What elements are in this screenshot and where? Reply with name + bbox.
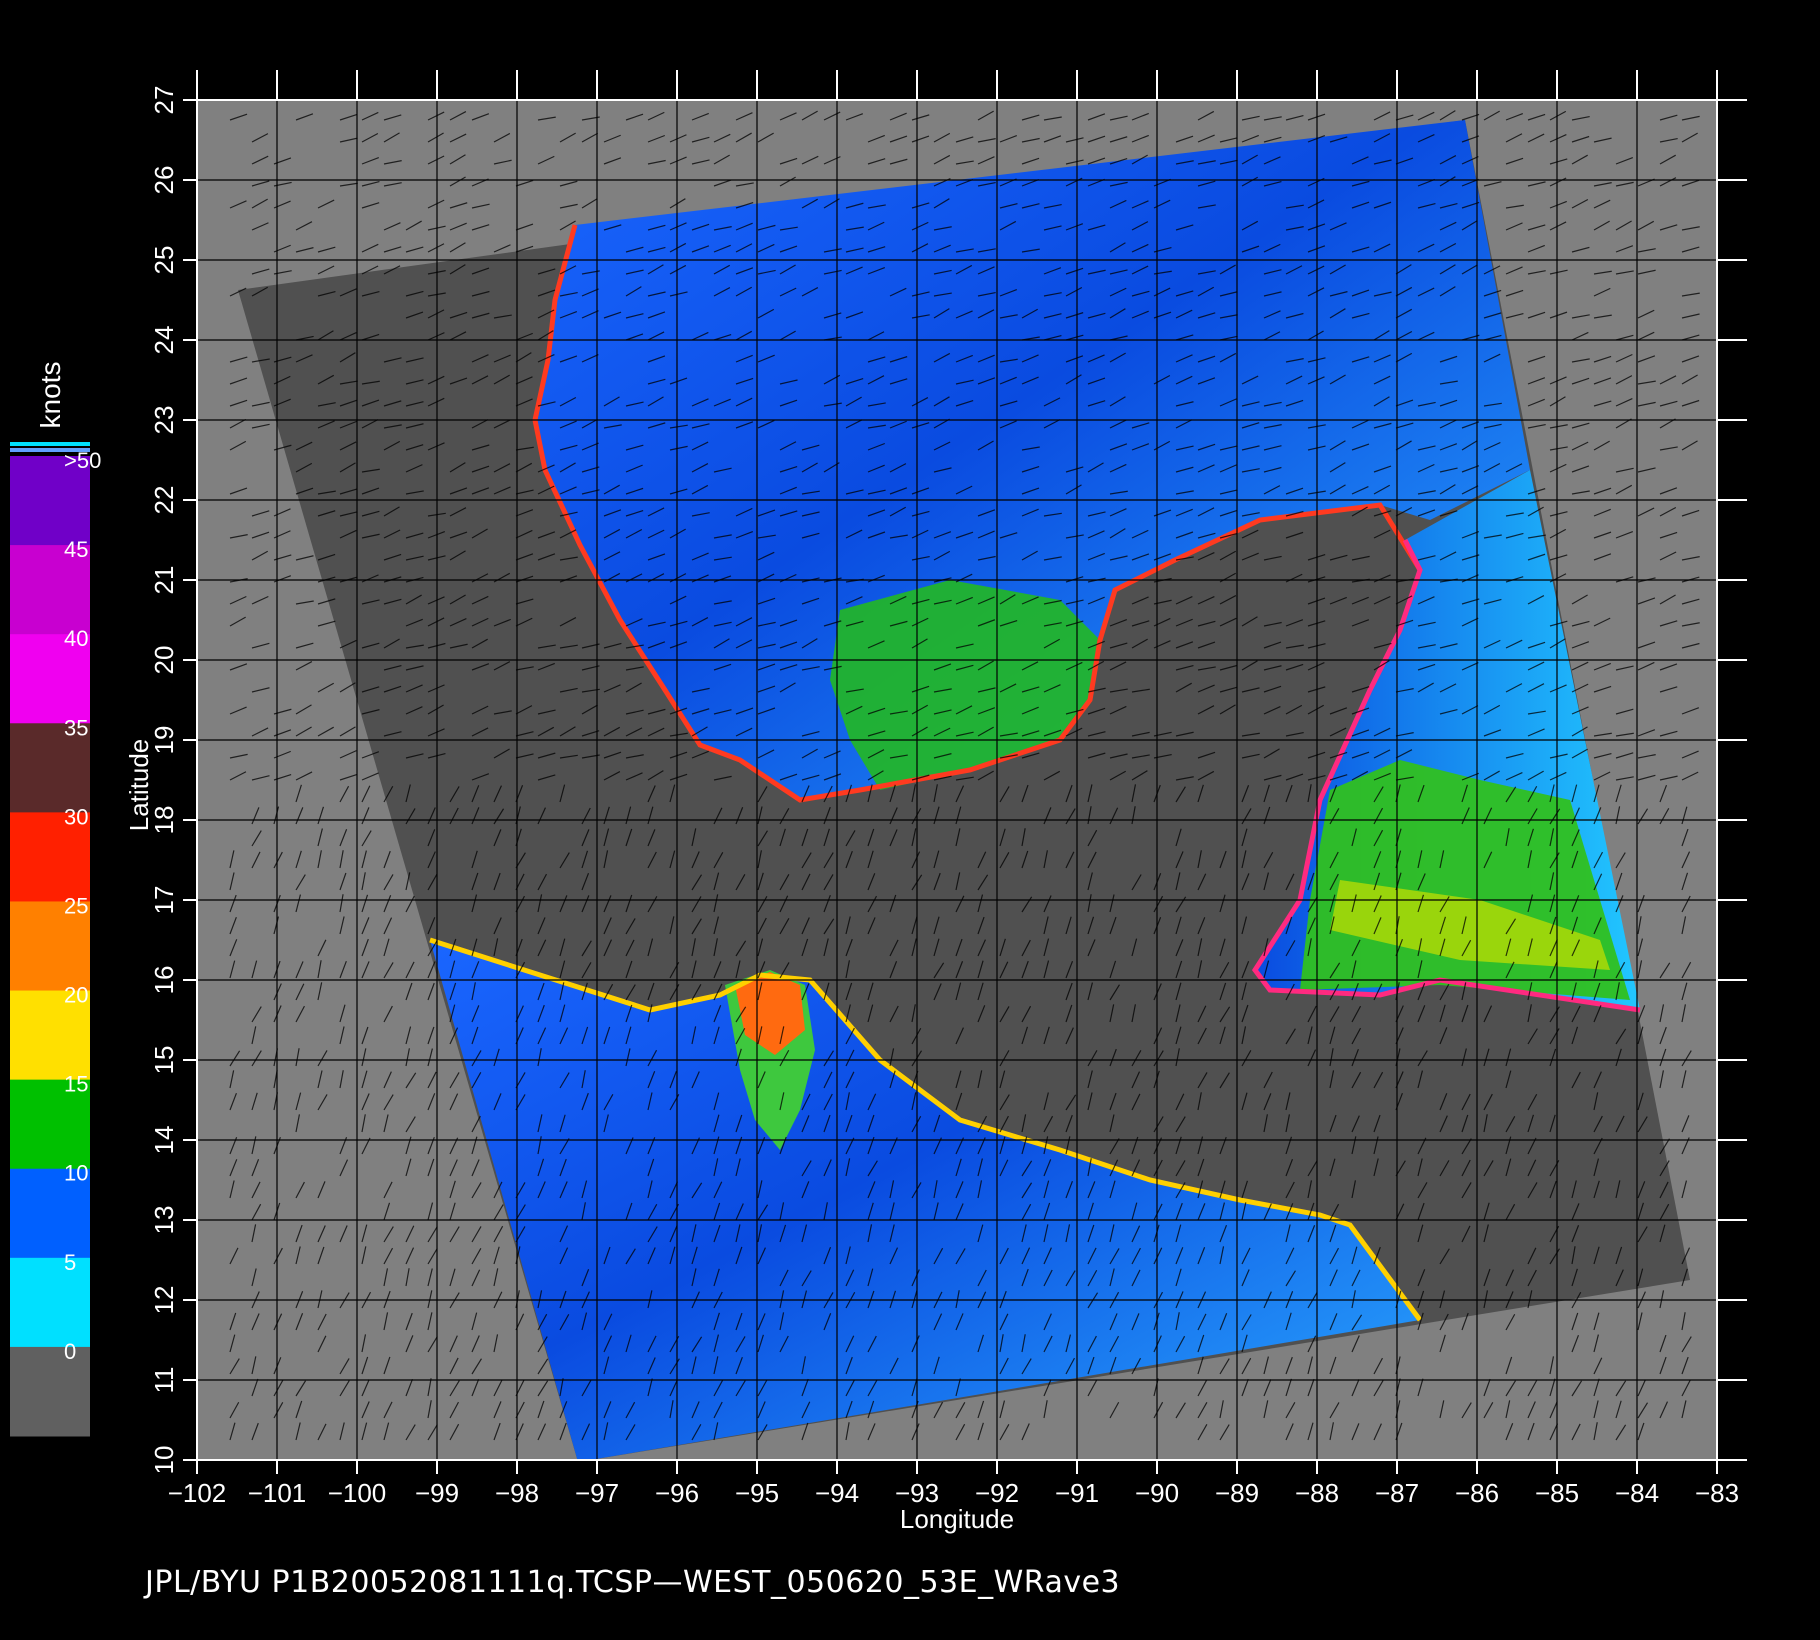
colorbar-label: 5: [64, 1250, 76, 1275]
colorbar-label: 45: [64, 537, 88, 562]
lat-tick-label: 13: [149, 1206, 179, 1235]
colorbar-label: 15: [64, 1072, 88, 1097]
lon-tick-label: −84: [1615, 1478, 1659, 1508]
wind-map-figure: −102 −101 −100 −99 −98 −97 −96 −95 −94 −93 −92 −91−…: [10, 70, 1747, 1534]
source-footer: JPL/BYU P1B20052081111q.TCSP—WEST_050620…: [145, 1565, 1121, 1600]
colorbar-label: 0: [64, 1339, 76, 1364]
colorbar-title: knots: [35, 362, 66, 429]
colorbar-label: 10: [64, 1161, 88, 1186]
colorbar-label: 25: [64, 893, 88, 918]
lon-tick-label: −90: [1135, 1478, 1179, 1508]
lat-tick-label: 11: [149, 1367, 179, 1394]
colorbar-label: 20: [64, 983, 88, 1008]
x-axis-label: Longitude: [900, 1504, 1014, 1534]
y-axis-label: Latitude: [124, 739, 154, 832]
lat-tick-label: 25: [149, 246, 179, 275]
lat-tick-label: 20: [149, 646, 179, 675]
lat-tick-label: 24: [149, 326, 179, 355]
lat-tick-label: 10: [149, 1446, 179, 1475]
lon-tick-label: −88: [1295, 1478, 1339, 1508]
lat-tick-label: 12: [149, 1286, 179, 1315]
lon-tick-label: −85: [1535, 1478, 1579, 1508]
lon-tick-label: −100: [328, 1478, 387, 1508]
lat-tick-label: 17: [149, 886, 179, 915]
colorbar: >50 45 40 35 30 25 20 15 10 5 0: [10, 442, 101, 1437]
lon-tick-label: −87: [1375, 1478, 1419, 1508]
lon-tick-label: −95: [735, 1478, 779, 1508]
colorbar-label: 35: [64, 715, 88, 740]
lat-tick-label: 21: [149, 566, 179, 595]
colorbar-swatch: [10, 1257, 90, 1348]
colorbar-cap: [10, 442, 90, 446]
lat-tick-label: 26: [149, 166, 179, 195]
map-plot: [197, 100, 1717, 1460]
lon-tick-label: −99: [415, 1478, 459, 1508]
lon-tick-label: −86: [1455, 1478, 1499, 1508]
colorbar-label: 40: [64, 626, 88, 651]
lon-tick-label: −94: [815, 1478, 859, 1508]
lon-tick-label: −91: [1055, 1478, 1099, 1508]
lon-tick-label: −96: [655, 1478, 699, 1508]
lon-tick-label: −101: [248, 1478, 307, 1508]
lon-tick-label: −102: [168, 1478, 227, 1508]
lon-tick-label: −83: [1695, 1478, 1739, 1508]
colorbar-label: 30: [64, 804, 88, 829]
lon-tick-label: −89: [1215, 1478, 1259, 1508]
lat-tick-label: 23: [149, 406, 179, 435]
lon-tick-label: −97: [575, 1478, 619, 1508]
lat-tick-label: 22: [149, 486, 179, 515]
lat-tick-label: 14: [149, 1126, 179, 1155]
lon-tick-label: −98: [495, 1478, 539, 1508]
lat-tick-label: 27: [149, 86, 179, 115]
colorbar-swatch: [10, 1346, 90, 1437]
lat-tick-label: 16: [149, 966, 179, 995]
colorbar-label: >50: [64, 448, 101, 473]
lat-tick-label: 15: [149, 1046, 179, 1075]
